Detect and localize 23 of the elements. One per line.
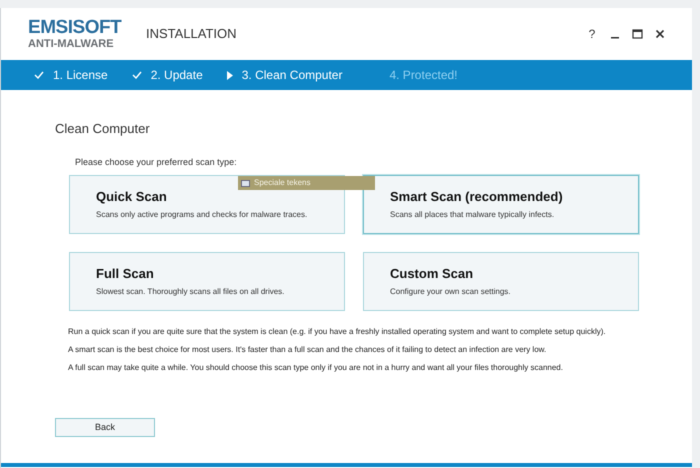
logo-subtitle: ANTI-MALWARE (28, 38, 115, 50)
step-label: 2. Update (150, 67, 203, 84)
scan-option-card[interactable]: Custom Scan Configure your own scan settings. (363, 252, 639, 311)
scan-option-card[interactable]: Smart Scan (recommended) Scans all places that malware typically infects. (363, 175, 639, 234)
step-label: 3. Clean Computer (242, 67, 342, 84)
back-button[interactable]: Back (55, 418, 155, 437)
check-icon (132, 71, 142, 79)
window-title: INSTALLATION (146, 25, 237, 44)
maximize-icon[interactable] (632, 29, 643, 39)
logo-wordmark: EMSISOFT (28, 18, 122, 38)
close-icon[interactable] (655, 29, 665, 39)
info-paragraph: A full scan may take quite a while. You should choose this scan type only if you are not in a hurry and want all your files thoroughly scanned. (68, 363, 564, 373)
step-label: 4. Protected! (389, 67, 458, 84)
page-heading: Clean Computer (55, 120, 151, 138)
info-paragraph: Run a quick scan if you are quite sure that the system is clean (e.g. if you have a freshly installed operating system and want to complete setup quickly). (68, 327, 607, 337)
help-button[interactable]: ? (586, 25, 598, 43)
step-label: 1. License (53, 67, 108, 84)
info-paragraph: A smart scan is the best choice for most users. It's faster than a full scan and the chances of it failing to detect an infection are very low. (68, 345, 548, 355)
prompt-text: Please choose your preferred scan type: (75, 156, 238, 169)
play-icon (226, 70, 233, 80)
tooltip-text: Speciale tekens (254, 177, 310, 189)
scan-option-card[interactable]: Full Scan Slowest scan. Thoroughly scans all files on all drives. (69, 252, 345, 311)
check-icon (34, 71, 44, 79)
